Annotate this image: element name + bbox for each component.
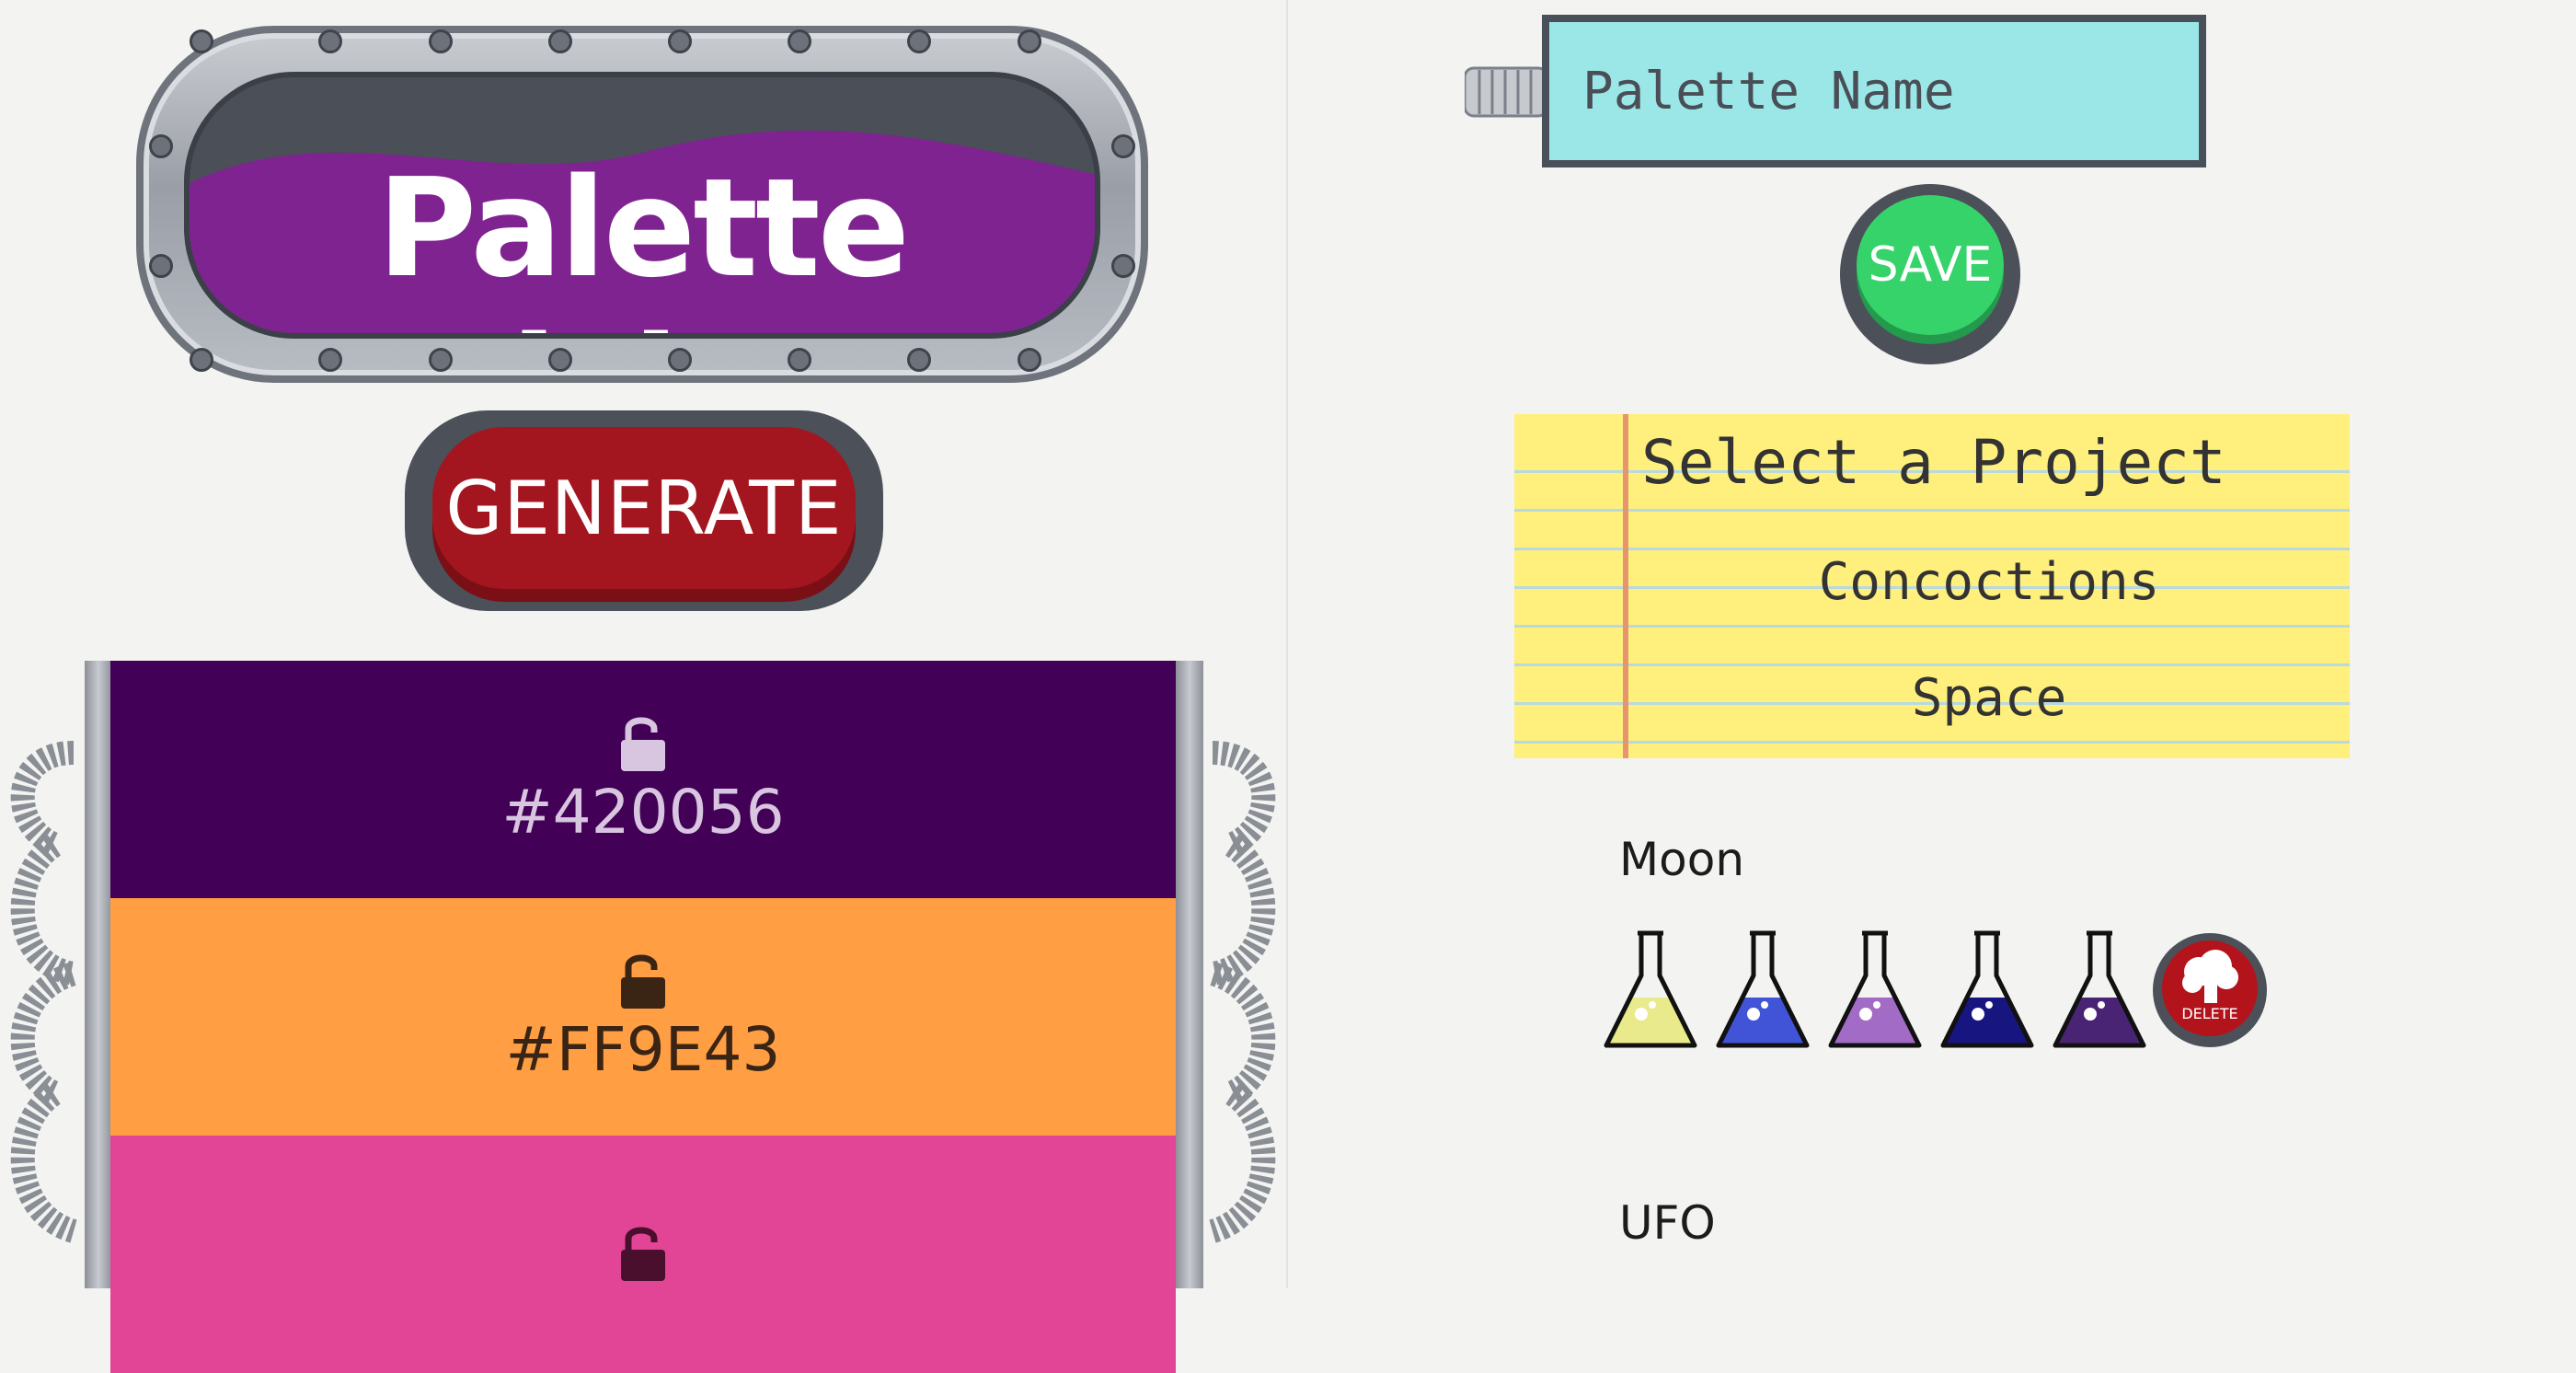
flask-icon[interactable] (1827, 929, 1923, 1051)
project-select-title: Select a Project (1641, 427, 2226, 498)
bolt-icon (788, 348, 811, 372)
bolt-icon (190, 29, 213, 53)
generate-button-frame: GENERATE (405, 410, 883, 611)
rail-right (1176, 661, 1203, 1288)
bolt-icon (1111, 254, 1135, 278)
project-option[interactable]: Concoctions (1628, 552, 2350, 612)
bolt-icon (190, 348, 213, 372)
app-title: Palette Picker (376, 149, 910, 333)
color-swatch[interactable] (110, 1136, 1176, 1373)
bolt-icon (1018, 348, 1041, 372)
swatch-hex: #420056 (501, 776, 785, 848)
flask-icon[interactable] (1715, 929, 1811, 1051)
project-option[interactable]: Space (1628, 668, 2350, 728)
flask-icon[interactable] (1603, 929, 1698, 1051)
bolt-icon (1018, 29, 1041, 53)
bolt-icon (149, 134, 173, 158)
bolt-icon (907, 29, 931, 53)
delete-label: DELETE (2181, 1005, 2238, 1022)
rail-left (85, 661, 112, 1288)
hose-left (10, 741, 83, 1243)
bolt-icon (788, 29, 811, 53)
input-connector (1465, 66, 1547, 118)
bolt-icon (548, 29, 572, 53)
bolt-icon (668, 348, 692, 372)
bolt-icon (1111, 134, 1135, 158)
title-plate: Palette Picker (136, 26, 1148, 383)
color-swatch[interactable]: #420056 (110, 661, 1176, 898)
saved-palette-name: Moon (1619, 833, 1745, 886)
bolt-icon (318, 348, 342, 372)
swatch-hex: #FF9E43 (505, 1013, 781, 1085)
flask-icon[interactable] (1939, 929, 2035, 1051)
bolt-icon (429, 29, 453, 53)
save-button[interactable]: SAVE (1857, 195, 2004, 335)
generate-button[interactable]: GENERATE (432, 427, 856, 589)
title-window: Palette Picker (184, 72, 1100, 339)
bolt-icon (149, 254, 173, 278)
swatch-rack: #420056 #FF9E43 (0, 661, 1286, 1373)
generator-panel: Palette Picker GENERATE #420056 #FF9E43 (0, 0, 1286, 1373)
unlock-icon[interactable] (617, 950, 669, 1010)
color-swatch[interactable]: #FF9E43 (110, 898, 1176, 1136)
bolt-icon (318, 29, 342, 53)
unlock-icon[interactable] (617, 1222, 669, 1283)
bolt-icon (668, 29, 692, 53)
delete-button-face: DELETE (2162, 940, 2258, 1036)
saved-panel: SAVE Select a Project Concoctions Space … (1288, 0, 2576, 1288)
save-button-frame: SAVE (1840, 184, 2020, 364)
hose-right (1203, 741, 1276, 1243)
bolt-icon (907, 348, 931, 372)
flask-icon[interactable] (2052, 929, 2147, 1051)
bolt-icon (429, 348, 453, 372)
palette-name-input[interactable] (1542, 15, 2206, 167)
saved-palette-name: UFO (1619, 1196, 1716, 1250)
bolt-icon (548, 348, 572, 372)
delete-button[interactable]: DELETE (2153, 933, 2267, 1047)
project-select[interactable]: Select a Project Concoctions Space (1514, 414, 2350, 758)
unlock-icon[interactable] (617, 712, 669, 773)
